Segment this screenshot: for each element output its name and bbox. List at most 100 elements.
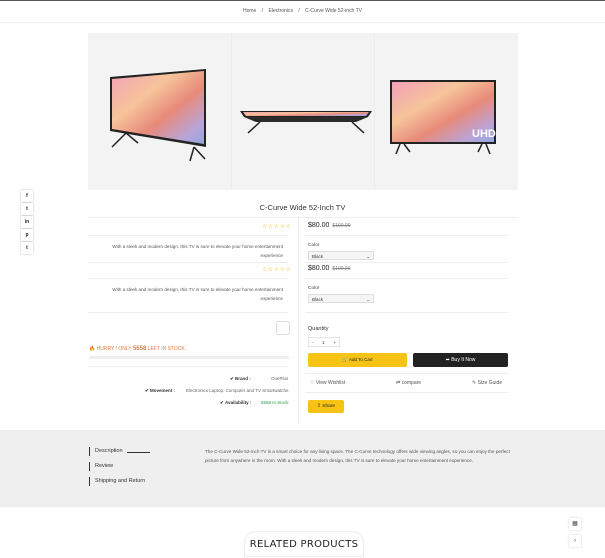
- share-arrow-icon: ➦: [445, 357, 450, 363]
- gallery-divider: [231, 33, 232, 190]
- gallery-divider: [374, 33, 375, 190]
- check-icon: ✔: [230, 376, 234, 381]
- color-select-value: Black: [312, 254, 324, 259]
- active-tab-indicator: [127, 452, 150, 453]
- availability-row: ✔ Availability :: [220, 400, 251, 406]
- grid-icon[interactable]: ▦: [569, 518, 581, 530]
- breadcrumb-separator: /: [298, 8, 300, 14]
- old-price: $100.00: [332, 266, 351, 272]
- color-select-value: Black: [312, 297, 324, 302]
- chevron-down-icon: ⌄: [366, 254, 370, 259]
- divider: [0, 22, 605, 23]
- quantity-stepper: - 1 +: [308, 337, 340, 347]
- social-share-bar: f t in p t: [21, 190, 34, 255]
- top-border: [0, 0, 605, 1]
- uhd-badge: UHD: [472, 128, 496, 140]
- quantity-increase-button[interactable]: +: [333, 340, 336, 345]
- current-price: $80.00: [308, 222, 330, 229]
- wishlist-link[interactable]: ♡ View Wishlist: [310, 380, 345, 386]
- divider: [88, 235, 288, 236]
- brand-row: ✔ Brand :: [230, 376, 251, 382]
- movement-value[interactable]: Electronics Laptop, Computer and TV Smar…: [186, 388, 288, 393]
- linkedin-icon[interactable]: in: [21, 216, 33, 228]
- divider: [88, 366, 288, 367]
- product-price: $80.00 $100.00: [308, 265, 351, 272]
- product-description: With a sleek and modern design, this TV …: [112, 244, 283, 258]
- product-gallery: UHD: [88, 33, 518, 190]
- ruler-icon: ✎: [472, 380, 477, 386]
- related-products-title: RELATED PRODUCTS: [244, 531, 364, 557]
- divider: [305, 312, 508, 313]
- tab-review[interactable]: Review: [89, 462, 113, 471]
- breadcrumb: Home / Electronics / C-Curve Wide 52-inc…: [0, 8, 605, 14]
- hurry-suffix: LEFT IN STOCK.: [146, 346, 187, 352]
- breadcrumb-separator: /: [261, 8, 264, 14]
- brand-label: Brand :: [235, 376, 251, 381]
- buy-now-button[interactable]: ➦ Buy It Now: [413, 353, 508, 367]
- stock-progress-bar: [89, 356, 289, 359]
- divider: [305, 278, 508, 279]
- compare-toggle-button[interactable]: [276, 321, 290, 335]
- product-description: With a sleek and modern design, this TV …: [112, 287, 283, 301]
- check-icon: ✔: [145, 388, 149, 393]
- divider: [305, 262, 508, 263]
- facebook-icon[interactable]: f: [21, 190, 33, 202]
- product-title: C-Curve Wide 52-Inch TV: [259, 203, 346, 212]
- color-select[interactable]: Black ⌄: [308, 294, 374, 303]
- tab-shipping-return[interactable]: Shipping and Return: [89, 477, 145, 486]
- pinterest-icon[interactable]: p: [21, 229, 33, 241]
- wishlist-label: View Wishlist: [315, 380, 346, 386]
- divider: [305, 235, 508, 236]
- check-icon: ✔: [220, 400, 224, 405]
- upload-icon: ⇪: [316, 404, 321, 409]
- stock-count: 5558: [132, 346, 147, 352]
- compare-link[interactable]: ⇄ compare: [396, 380, 421, 386]
- movement-label: Movement :: [150, 388, 176, 393]
- heart-icon: ♡: [310, 380, 315, 386]
- old-price: $100.00: [332, 223, 351, 229]
- product-image-angle[interactable]: [106, 69, 210, 163]
- color-select[interactable]: Black ⌄: [308, 251, 374, 260]
- size-guide-link[interactable]: ✎ Size Guide: [472, 380, 502, 386]
- stock-urgency: 🔥 HURRY ! ONLY 5558 LEFT IN STOCK.: [89, 346, 186, 352]
- brand-value[interactable]: OnePlus: [271, 376, 288, 381]
- availability-value: 5558 In Stock: [261, 400, 289, 405]
- quantity-label: Quantity: [308, 326, 329, 332]
- hurry-text: HURRY ! ONLY: [96, 346, 133, 352]
- buy-now-label: Buy It Now: [451, 357, 476, 363]
- column-divider: [298, 217, 299, 424]
- tumblr-icon[interactable]: t: [21, 242, 33, 254]
- quantity-value[interactable]: 1: [322, 340, 325, 345]
- product-image-front[interactable]: UHD: [388, 80, 498, 156]
- size-guide-label: Size Guide: [477, 380, 503, 386]
- rating-stars[interactable]: ☆☆☆☆☆: [262, 266, 291, 273]
- divider: [88, 217, 518, 218]
- quantity-decrease-button[interactable]: -: [312, 340, 314, 345]
- add-to-cart-label: Add To Cart: [348, 357, 373, 362]
- add-to-cart-button[interactable]: 🛒 Add To Cart: [308, 353, 407, 367]
- compare-label: compare: [401, 380, 422, 386]
- share-label: Share: [322, 404, 336, 409]
- breadcrumb-home[interactable]: Home: [243, 8, 256, 14]
- divider: [88, 262, 288, 263]
- tab-description[interactable]: Description: [89, 447, 123, 456]
- color-label: Color: [308, 286, 320, 291]
- divider: [88, 312, 288, 313]
- movement-row: ✔ Movement :: [145, 388, 175, 394]
- breadcrumb-current: C-Curve Wide 52-inch TV: [305, 8, 362, 14]
- chevron-down-icon: ⌄: [366, 297, 370, 302]
- fire-icon: 🔥: [89, 346, 96, 352]
- compare-icon: ⇄: [396, 380, 401, 386]
- divider: [305, 392, 508, 393]
- cart-icon: 🛒: [342, 357, 348, 362]
- rating-stars[interactable]: ☆☆☆☆☆: [262, 223, 291, 230]
- current-price: $80.00: [308, 265, 330, 272]
- availability-label: Availability :: [225, 400, 252, 405]
- product-image-top[interactable]: [238, 109, 374, 135]
- color-label: Color: [308, 243, 320, 248]
- breadcrumb-category[interactable]: Electronics: [269, 8, 293, 14]
- chevron-right-icon[interactable]: ›: [569, 535, 581, 547]
- product-price: $80.00 $100.00: [308, 222, 351, 229]
- tab-description-content: The C-Curve Wide 52-inch TV is a smart c…: [205, 449, 510, 463]
- share-button[interactable]: ⇪ Share: [308, 400, 344, 413]
